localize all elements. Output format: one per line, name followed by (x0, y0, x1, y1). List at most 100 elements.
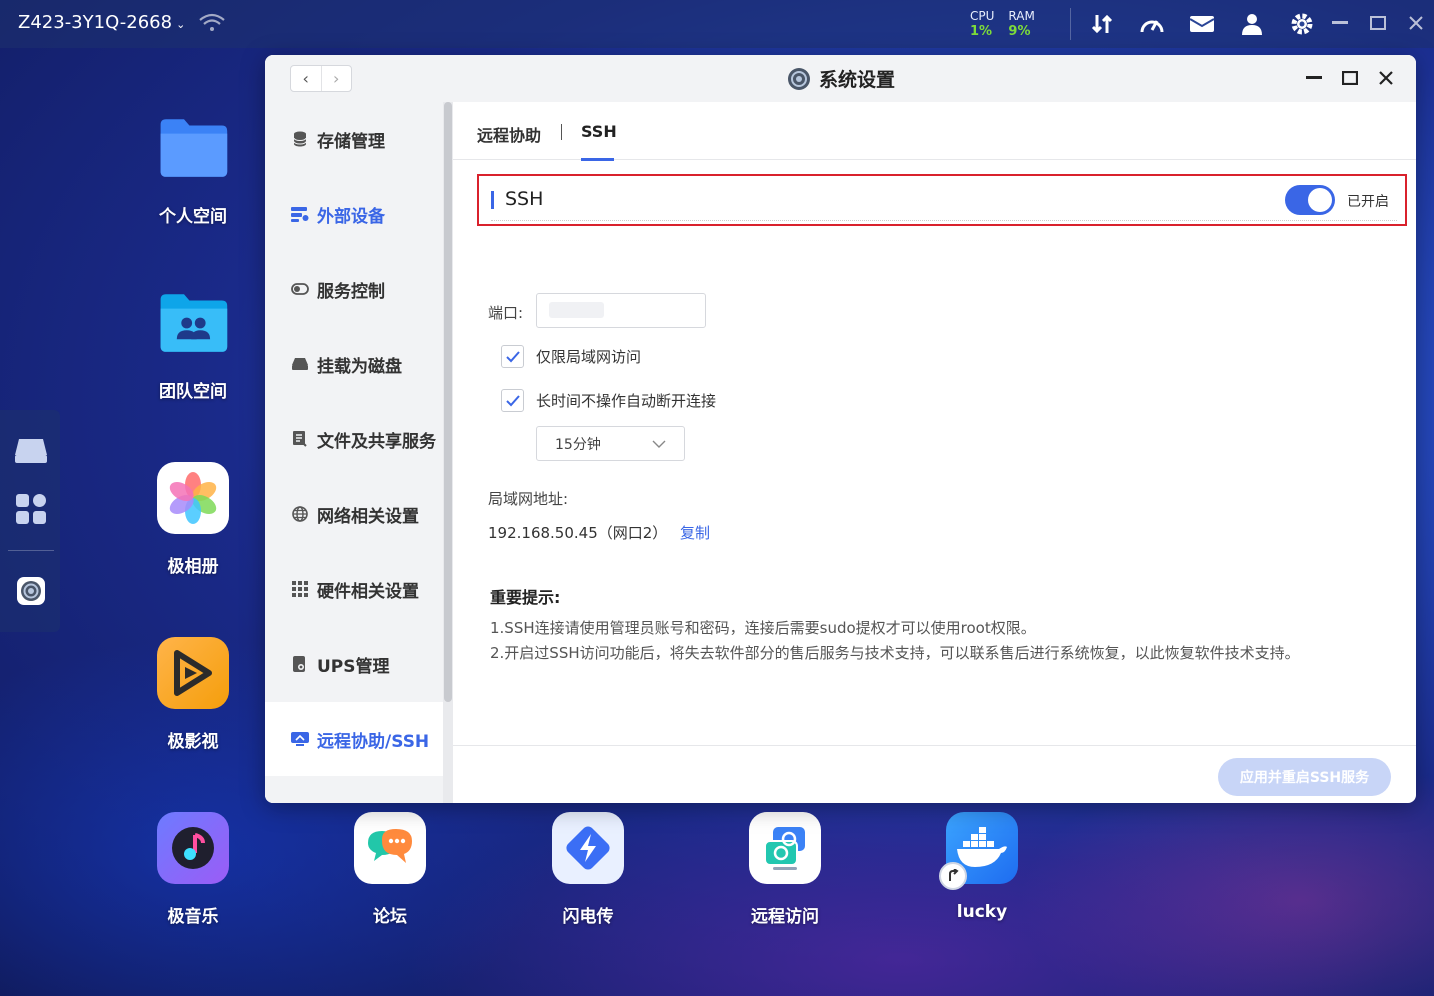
tip-line: 1.SSH连接请使用管理员账号和密码，连接后需要sudo提权才可以使用root权… (490, 619, 1036, 637)
sidebar-item-label: 服务控制 (317, 281, 385, 302)
system-settings-icon[interactable] (12, 572, 50, 610)
tip-line: 2.开启过SSH访问功能后，将失去软件部分的售后服务与技术支持，可以联系售后进行… (490, 644, 1300, 662)
wifi-icon[interactable] (198, 12, 226, 34)
sidebar-item-label: 挂载为磁盘 (317, 356, 402, 377)
grid-icon (291, 580, 309, 598)
resource-stats[interactable]: CPU 1% RAM 9% (970, 8, 1035, 40)
database-icon (291, 130, 309, 148)
left-dock (0, 410, 60, 632)
apps-grid-icon[interactable] (12, 490, 50, 528)
desktop-icon-music[interactable]: 极音乐 (143, 812, 243, 927)
apply-restart-ssh-button[interactable]: 应用并重启SSH服务 (1218, 758, 1391, 796)
timeout-select[interactable]: 15分钟 (536, 426, 685, 461)
gear-icon[interactable] (1288, 10, 1316, 38)
lan-only-label: 仅限局域网访问 (536, 348, 642, 366)
lan-only-option[interactable]: 仅限局域网访问 (501, 345, 641, 368)
close-icon[interactable] (1406, 12, 1426, 34)
desktop-icon-forum[interactable]: 论坛 (340, 812, 440, 927)
sidebar-item-label: 网络相关设置 (317, 506, 419, 527)
window-close-icon[interactable] (1377, 68, 1395, 88)
desktop-icon-label: 极影视 (167, 732, 219, 752)
sidebar-item-service-control[interactable]: 服务控制 (265, 252, 443, 326)
remote-desktop-icon (291, 730, 309, 748)
ssh-label: SSH (505, 188, 544, 210)
sidebar-scrollbar[interactable] (443, 102, 453, 803)
window-maximize-icon[interactable] (1341, 68, 1359, 88)
remote-access-icon (749, 812, 821, 884)
user-icon[interactable] (1238, 10, 1266, 38)
tab-remote-assist[interactable]: 远程协助 (477, 122, 541, 146)
sidebar-item-external-devices[interactable]: 外部设备 (265, 177, 443, 251)
scrollbar-thumb[interactable] (444, 102, 452, 702)
sidebar-item-file-sharing[interactable]: 文件及共享服务 (265, 402, 443, 476)
sidebar-item-label: UPS管理 (317, 656, 390, 677)
ram-value: 9% (1008, 24, 1031, 39)
sidebar-item-storage[interactable]: 存储管理 (265, 102, 443, 176)
photos-icon (157, 462, 229, 534)
device-name: Z423-3Y1Q-2668 (18, 12, 173, 33)
folder-icon (157, 112, 229, 184)
divider (491, 220, 1397, 221)
tab-divider (561, 124, 562, 140)
ram-label: RAM (1008, 9, 1035, 23)
drive-icon[interactable] (12, 432, 50, 470)
speedometer-icon[interactable] (1138, 10, 1166, 38)
desktop-icon-remote-access[interactable]: 远程访问 (735, 812, 835, 927)
window-title: 系统设置 (787, 65, 895, 92)
sidebar-item-network[interactable]: 网络相关设置 (265, 477, 443, 551)
tab-bar: 远程协助 SSH (453, 102, 1416, 161)
globe-icon (291, 505, 309, 523)
forward-icon[interactable]: › (320, 66, 352, 91)
sidebar-item-mount-disk[interactable]: 挂载为磁盘 (265, 327, 443, 401)
chevron-down-icon: ⌄ (176, 18, 186, 31)
transfer-icon[interactable] (1088, 10, 1116, 38)
sidebar-item-label: 硬件相关设置 (317, 581, 419, 602)
sidebar-item-label: 存储管理 (317, 131, 385, 152)
shortcut-badge-icon (939, 862, 967, 890)
lightning-icon (552, 812, 624, 884)
minimize-icon[interactable] (1330, 12, 1350, 34)
desktop-icon-video[interactable]: 极影视 (143, 637, 243, 752)
desktop-icon-label: 极相册 (167, 557, 219, 577)
ssh-toggle-row: SSH 已开启 (477, 174, 1407, 226)
port-value-redacted (549, 302, 604, 318)
sidebar-item-label: 远程协助/SSH (317, 731, 430, 752)
sidebar-item-label: 文件及共享服务 (317, 431, 436, 452)
desktop-icon-label: 闪电传 (562, 907, 614, 927)
lan-only-checkbox[interactable] (501, 345, 524, 368)
settings-content: 远程协助 SSH SSH 已开启 端口: 仅限局域网访问 长时间不操作自动断开连… (453, 102, 1416, 803)
sidebar-item-hardware[interactable]: 硬件相关设置 (265, 552, 443, 626)
dock-divider (8, 550, 54, 551)
back-icon[interactable]: ‹ (291, 66, 321, 91)
chevron-down-icon (652, 436, 666, 452)
copy-link[interactable]: 复制 (680, 522, 710, 543)
device-name-menu[interactable]: Z423-3Y1Q-2668 ⌄ (18, 12, 185, 33)
desktop-icon-label: 团队空间 (159, 382, 227, 402)
desktop-icon-lucky[interactable]: lucky (932, 812, 1032, 922)
desktop-icon-personal-space[interactable]: 个人空间 (143, 112, 243, 227)
tab-ssh[interactable]: SSH (581, 122, 617, 141)
window-minimize-icon[interactable] (1305, 68, 1323, 88)
maximize-icon[interactable] (1368, 12, 1388, 34)
port-label: 端口: (488, 304, 524, 322)
video-icon (157, 637, 229, 709)
settings-sidebar: 存储管理 外部设备 服务控制 挂载为磁盘 文件及共享服务 网络相关设置 硬件相关… (265, 102, 453, 803)
mail-icon[interactable] (1188, 10, 1216, 38)
window-titlebar[interactable]: ‹ › 系统设置 (265, 55, 1416, 102)
file-share-icon (291, 430, 309, 448)
desktop-icon-photos[interactable]: 极相册 (143, 462, 243, 577)
desktop-icon-label: 个人空间 (159, 207, 227, 227)
ssh-toggle[interactable] (1285, 185, 1335, 215)
team-folder-icon (157, 287, 229, 359)
sidebar-item-ups[interactable]: UPS管理 (265, 627, 443, 701)
auto-disconnect-option[interactable]: 长时间不操作自动断开连接 (501, 389, 716, 412)
sidebar-item-remote-ssh[interactable]: 远程协助/SSH (265, 702, 443, 776)
lan-address: 192.168.50.45（网口2） (488, 524, 668, 542)
ups-icon (291, 655, 309, 673)
lan-address-label: 局域网地址: (488, 490, 569, 508)
ssh-status: 已开启 (1347, 194, 1389, 210)
cpu-label: CPU (970, 9, 995, 23)
desktop-icon-flash-transfer[interactable]: 闪电传 (538, 812, 638, 927)
auto-disconnect-checkbox[interactable] (501, 389, 524, 412)
desktop-icon-team-space[interactable]: 团队空间 (143, 287, 243, 402)
